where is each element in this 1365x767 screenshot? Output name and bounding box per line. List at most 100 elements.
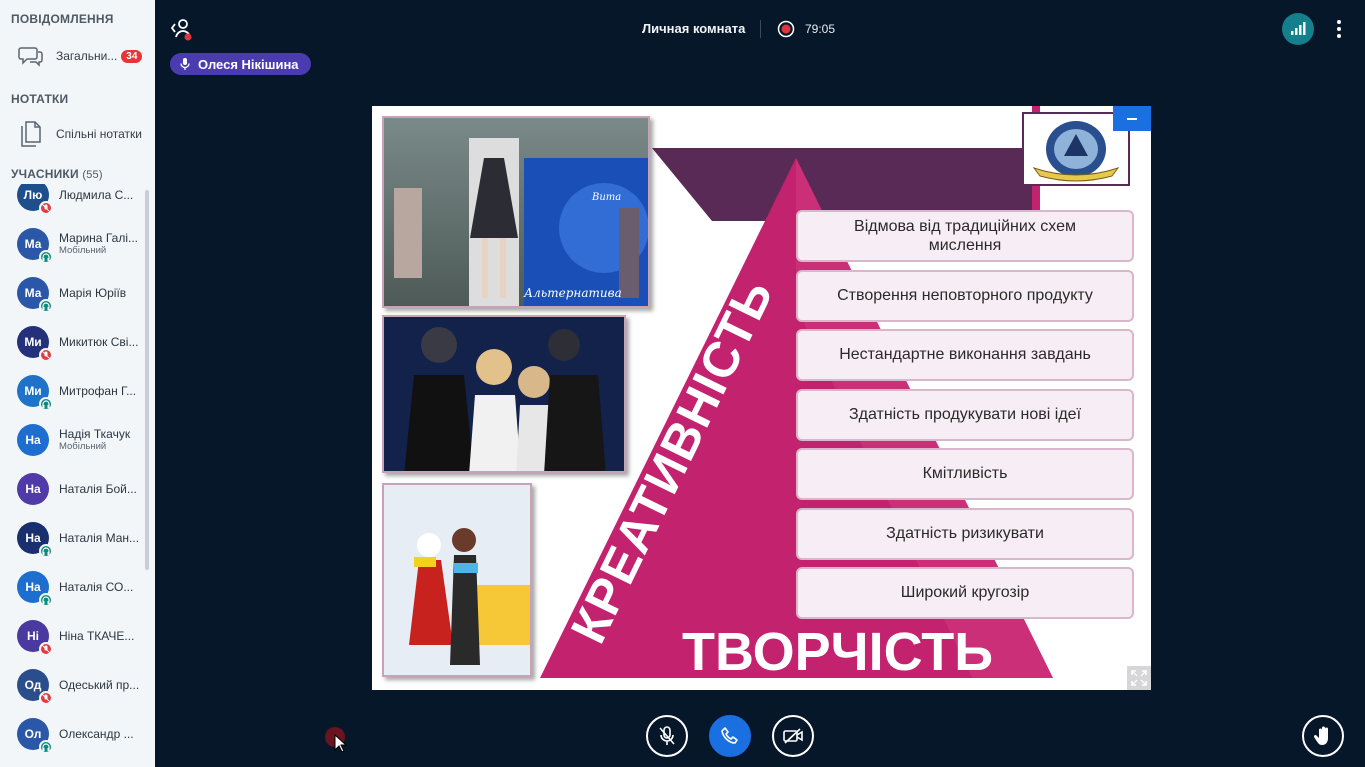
trait-item: Широкий кругозір: [796, 567, 1134, 619]
participant-name-block: Марина Галі... Мобільний: [59, 231, 145, 256]
participants-count: (55): [82, 169, 103, 181]
divider: [760, 20, 761, 38]
avatar-initials: Ми: [24, 383, 42, 398]
shared-notes-item[interactable]: Спільні нотатки: [0, 116, 155, 152]
avatar-initials: Ма: [24, 236, 42, 251]
participant-item[interactable]: На Надія Ткачук Мобільний: [0, 415, 150, 464]
fullscreen-button[interactable]: [1127, 666, 1151, 690]
sidebar: ПОВІДОМЛЕННЯ Загальни... 34 НОТАТКИ Спіл…: [0, 0, 155, 767]
participant-name: Людмила С...: [59, 187, 134, 202]
avatar-initials: На: [25, 530, 41, 545]
general-chat-item[interactable]: Загальни... 34: [0, 38, 155, 74]
participant-item[interactable]: Ма Марія Юріїв: [0, 268, 150, 317]
avatar-initials: Ми: [24, 334, 42, 349]
participants-title: УЧАСНИКИ: [11, 167, 79, 181]
participant-name-block: Ніна ТКАЧЕ...: [59, 629, 145, 643]
avatar-initials: На: [25, 481, 41, 496]
participant-name-block: Наталія Ман...: [59, 531, 145, 545]
trait-item: Створення неповторного продукту: [796, 270, 1134, 322]
avatar: На: [17, 521, 53, 558]
minimize-presentation-button[interactable]: [1113, 106, 1151, 131]
participant-name: Одеський пр...: [59, 677, 140, 692]
avatar: Ні: [17, 619, 53, 656]
fashion-show-photo: Альтернатива Вита: [382, 116, 650, 308]
mute-button[interactable]: [646, 715, 688, 757]
participant-item[interactable]: На Наталія Ман...: [0, 513, 150, 562]
notes-icon: [16, 121, 46, 147]
participant-item[interactable]: Ми Микитюк Сві...: [0, 317, 150, 366]
connection-status-button[interactable]: [1282, 13, 1314, 45]
participant-name-block: Наталія СО...: [59, 580, 145, 594]
participant-name: Ніна ТКАЧЕ...: [59, 628, 135, 643]
participant-name-block: Олександр ...: [59, 727, 145, 741]
participant-name: Митрофан Г...: [59, 383, 137, 398]
mime-photo: [382, 483, 532, 677]
participant-item[interactable]: Ол Олександр ...: [0, 709, 150, 758]
talking-indicator[interactable]: Олеся Нікішина: [170, 53, 311, 75]
participant-item[interactable]: Ми Митрофан Г...: [0, 366, 150, 415]
avatar: На: [17, 570, 53, 607]
avatar: Ма: [17, 276, 53, 313]
participant-device: Мобільний: [59, 245, 107, 256]
general-chat-label: Загальни...: [56, 49, 118, 63]
headphones-icon: [39, 739, 53, 754]
toggle-userlist-button[interactable]: [169, 16, 195, 42]
headphones-icon: [39, 249, 53, 264]
participants-scrollbar[interactable]: [145, 190, 149, 570]
recording-icon[interactable]: [777, 20, 795, 38]
participant-name: Олександр ...: [59, 726, 134, 741]
participant-device: Мобільний: [59, 441, 107, 452]
participant-name-block: Надія Ткачук Мобільний: [59, 427, 145, 452]
participant-item[interactable]: Од Одеський пр...: [0, 660, 150, 709]
talker-name: Олеся Нікішина: [198, 56, 299, 72]
cursor-pointer-icon: [334, 734, 348, 753]
avatar: Ми: [17, 374, 53, 411]
avatar: На: [17, 423, 49, 456]
share-webcam-button[interactable]: [772, 715, 814, 757]
notes-section-title: НОТАТКИ: [11, 92, 69, 106]
headphones-icon: [39, 298, 53, 313]
muted-mic-icon: [39, 641, 53, 656]
headphones-icon: [39, 543, 53, 558]
participant-item[interactable]: Ні Ніна ТКАЧЕ...: [0, 611, 150, 660]
microphone-icon: [180, 58, 190, 70]
avatar-initials: Ні: [27, 628, 39, 643]
leave-audio-button[interactable]: [709, 715, 751, 757]
avatar-initials: На: [25, 579, 41, 594]
more-options-button[interactable]: [1330, 16, 1348, 42]
shared-notes-label: Спільні нотатки: [56, 127, 142, 141]
participants-section-title: УЧАСНИКИ (55): [11, 167, 103, 181]
participant-item[interactable]: Лю Людмила С...: [0, 184, 150, 219]
participant-name: Наталія Ман...: [59, 530, 140, 545]
participant-name-block: Людмила С...: [59, 188, 145, 202]
participant-name: Микитюк Сві...: [59, 334, 139, 349]
group-photo: [382, 315, 626, 473]
participant-item[interactable]: На Наталія СО...: [0, 562, 150, 611]
hand-icon: [1313, 726, 1328, 745]
microphone-muted-icon: [659, 726, 675, 745]
user-list-icon: [170, 19, 192, 41]
participant-name: Марина Галі...: [59, 231, 138, 245]
avatar: Ол: [17, 717, 53, 754]
avatar-initials: Ма: [24, 285, 42, 300]
headphones-icon: [39, 592, 53, 607]
minus-icon: [1127, 117, 1137, 120]
participant-name-block: Микитюк Сві...: [59, 335, 145, 349]
avatar: Ми: [17, 325, 53, 362]
headphones-icon: [39, 396, 53, 411]
participant-name-block: Одеський пр...: [59, 678, 145, 692]
participant-name: Надія Ткачук: [59, 427, 131, 441]
participant-name-block: Митрофан Г...: [59, 384, 145, 398]
avatar: На: [17, 472, 49, 505]
avatar: Лю: [17, 184, 53, 215]
chat-icon: [16, 45, 46, 67]
unread-badge: 34: [121, 49, 143, 63]
participant-item[interactable]: На Наталія Бой...: [0, 464, 150, 513]
creation-title: ТВОРЧІСТЬ: [682, 622, 994, 682]
avatar: Од: [17, 668, 53, 705]
participant-item[interactable]: Ма Марина Галі... Мобільний: [0, 219, 150, 268]
trait-item: Нестандартне виконання завдань: [796, 329, 1134, 381]
trait-item: Здатність продукувати нові ідеї: [796, 389, 1134, 441]
raise-hand-button[interactable]: [1302, 715, 1344, 757]
participants-list[interactable]: Лю Людмила С... Ма Марина Галі... Мобільний М…: [0, 184, 150, 767]
